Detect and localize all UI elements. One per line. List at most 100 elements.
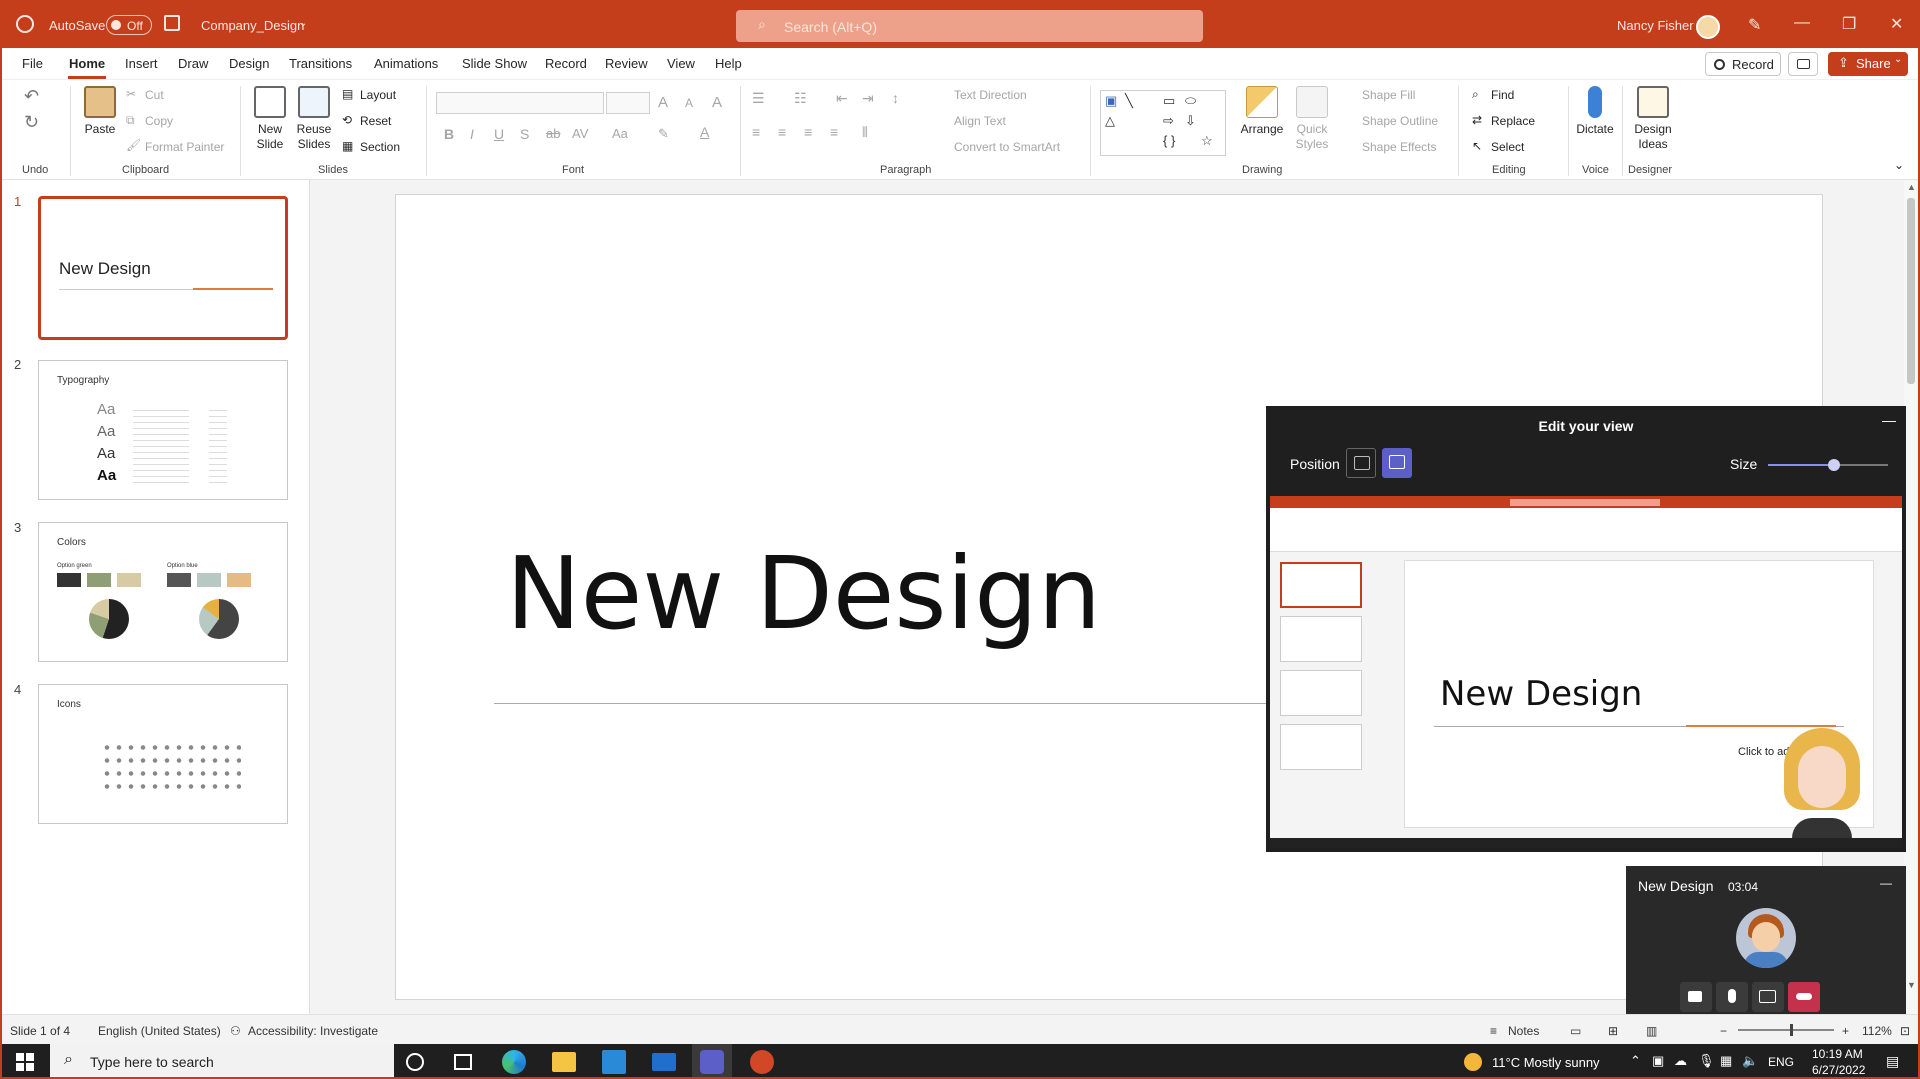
thumbnail-slide-3[interactable]: Colors Option green Option blue [38,522,288,662]
cortana-icon[interactable] [406,1053,424,1071]
user-avatar[interactable] [1696,15,1720,39]
clear-format-icon[interactable]: A [712,94,722,111]
shape-fill-button[interactable]: Shape Fill [1362,88,1415,102]
tab-slide-show[interactable]: Slide Show [462,56,527,71]
align-left-icon[interactable]: ≡ [752,124,760,140]
line-spacing-icon[interactable]: ↕ [892,90,899,106]
font-size-select[interactable] [606,92,650,114]
edge-icon[interactable] [502,1050,526,1074]
notes-button[interactable]: Notes [1508,1024,1539,1038]
quick-styles-button[interactable]: Quick Styles [1290,86,1334,152]
size-slider[interactable] [1768,459,1888,471]
scroll-down-icon[interactable]: ▼ [1907,980,1916,990]
highlight-icon[interactable]: ✎ [658,126,669,142]
font-color-icon[interactable]: A [700,124,709,140]
vertical-scrollbar[interactable]: ▲ ▼ [1904,180,1918,1014]
search-input[interactable]: ⌕ Search (Alt+Q) [736,10,1203,42]
powerpoint-taskbar-icon[interactable] [750,1050,774,1074]
arrange-button[interactable]: Arrange [1238,86,1286,137]
tab-animations[interactable]: Animations [374,56,438,71]
strikethrough-icon[interactable]: ab [546,126,560,141]
replace-button[interactable]: Replace [1491,114,1535,128]
mic-tray-icon[interactable]: 🎙 [1698,1053,1715,1069]
tab-design[interactable]: Design [229,56,269,71]
autosave-toggle[interactable]: Off [106,15,152,35]
restore-icon[interactable]: ❐ [1842,14,1856,34]
bold-icon[interactable]: B [444,126,454,142]
align-center-icon[interactable]: ≡ [778,124,786,140]
tab-transitions[interactable]: Transitions [289,56,352,71]
fit-slide-icon[interactable]: ⊡ [1900,1024,1910,1038]
text-direction-button[interactable]: Text Direction [954,88,1027,102]
cut-button[interactable]: Cut [145,88,164,102]
convert-smartart-button[interactable]: Convert to SmartArt [954,140,1060,154]
columns-icon[interactable]: ⫴ [862,124,868,141]
tab-review[interactable]: Review [605,56,648,71]
zoom-in-icon[interactable]: + [1842,1024,1849,1038]
file-explorer-icon[interactable] [552,1052,576,1072]
start-icon[interactable] [16,1053,34,1071]
pen-icon[interactable]: ✎ [1748,15,1761,35]
tab-view[interactable]: View [667,56,695,71]
shape-outline-button[interactable]: Shape Outline [1362,114,1438,128]
minimize-call-icon[interactable]: — [1880,876,1892,890]
reading-view-icon[interactable]: ▥ [1646,1024,1657,1038]
minimize-panel-icon[interactable]: — [1882,412,1896,428]
network-icon[interactable]: ▦ [1720,1053,1732,1069]
undo-icon[interactable]: ↶ [24,86,39,107]
microphone-button[interactable] [1716,982,1748,1012]
share-button[interactable]: ⇪ Share ⌄ [1828,52,1908,76]
collapse-ribbon-icon[interactable]: ⌄ [1894,158,1904,172]
tab-help[interactable]: Help [715,56,742,71]
tab-insert[interactable]: Insert [125,56,158,71]
thumbnail-slide-1[interactable]: New Design [38,196,288,340]
slide-title[interactable]: New Design [506,535,1101,652]
paste-button[interactable]: Paste [80,86,120,137]
taskbar-search-input[interactable]: ⌕ Type here to search [50,1044,394,1077]
call-window[interactable]: New Design 03:04 — [1626,866,1906,1024]
weather-status[interactable]: 11°C Mostly sunny [1492,1055,1600,1070]
onedrive-icon[interactable]: ☁ [1674,1053,1687,1069]
chevron-down-icon[interactable]: ⌄ [299,18,307,29]
change-case-icon[interactable]: Aa [612,126,628,141]
camera-button[interactable] [1680,982,1712,1012]
zoom-level[interactable]: 112% [1862,1024,1892,1038]
decrease-indent-icon[interactable]: ⇤ [836,90,848,107]
increase-indent-icon[interactable]: ⇥ [862,90,874,107]
italic-icon[interactable]: I [470,126,474,142]
record-button[interactable]: Record [1705,52,1781,76]
normal-view-icon[interactable]: ▭ [1570,1024,1581,1038]
shapes-gallery[interactable]: ▣ ╲ ▭ ⬭ △ ⇨ ⇩ { } ☆ [1100,90,1226,156]
scroll-thumb[interactable] [1907,198,1915,384]
stop-share-button[interactable] [1752,982,1784,1012]
show-hidden-icons-icon[interactable]: ⌃ [1630,1053,1641,1069]
position-left-button[interactable] [1346,448,1376,478]
format-painter-button[interactable]: Format Painter [145,140,224,154]
minimize-icon[interactable]: — [1794,14,1810,32]
redo-icon[interactable]: ↻ [24,112,39,133]
tab-home[interactable]: Home [69,56,105,71]
shape-effects-button[interactable]: Shape Effects [1362,140,1437,154]
underline-icon[interactable]: U [494,126,504,142]
teams-icon[interactable] [700,1050,724,1074]
notifications-icon[interactable]: ▤ [1886,1053,1899,1070]
shadow-icon[interactable]: S [520,126,529,142]
scroll-up-icon[interactable]: ▲ [1907,182,1916,192]
store-icon[interactable] [602,1050,626,1074]
tab-draw[interactable]: Draw [178,56,208,71]
reuse-slides-button[interactable]: Reuse Slides [294,86,334,152]
select-button[interactable]: Select [1491,140,1524,154]
mail-icon[interactable] [652,1053,676,1071]
tab-file[interactable]: File [22,56,43,71]
meet-now-icon[interactable]: ▣ [1652,1053,1664,1069]
dictate-button[interactable]: Dictate [1574,86,1616,137]
zoom-slider[interactable] [1738,1024,1834,1036]
close-icon[interactable]: ✕ [1890,14,1903,34]
new-slide-button[interactable]: New Slide [250,86,290,152]
numbering-icon[interactable]: ☷ [794,90,807,107]
character-spacing-icon[interactable]: AV [572,126,588,141]
file-name[interactable]: Company_Design [201,18,304,33]
align-text-button[interactable]: Align Text [954,114,1006,128]
accessibility-status[interactable]: Accessibility: Investigate [248,1024,378,1038]
tab-record[interactable]: Record [545,56,587,71]
